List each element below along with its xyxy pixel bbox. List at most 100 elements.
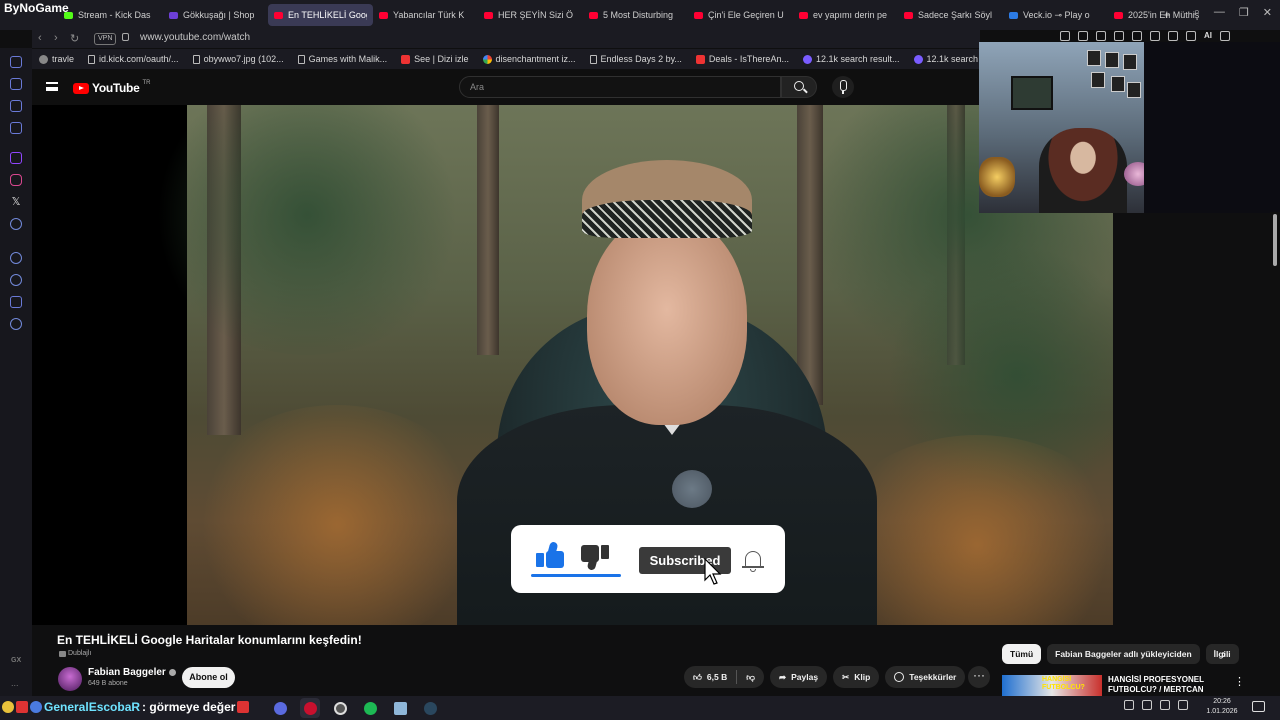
microphone-icon[interactable]: [832, 76, 854, 98]
filter-chip[interactable]: Tümü: [1002, 644, 1042, 664]
browser-tab[interactable]: Çin'i Ele Geçiren U: [688, 4, 793, 26]
filter-chip[interactable]: Fabian Baggeler adlı yükleyiciden: [1047, 644, 1200, 664]
maximize-button[interactable]: ❐: [1239, 6, 1249, 19]
channel-name[interactable]: Fabian Baggeler: [88, 667, 166, 678]
recommended-thumbnail[interactable]: HANGİSİ FUTBOLCU?: [1002, 675, 1102, 696]
more-actions-button[interactable]: ···: [968, 666, 990, 688]
speed-dial-icon[interactable]: [10, 56, 22, 68]
extensions-icon[interactable]: [10, 296, 22, 308]
chevron-right-icon[interactable]: ›: [1222, 647, 1226, 661]
recommended-more-icon[interactable]: ⋮: [1234, 675, 1245, 688]
menu-icon[interactable]: [1220, 31, 1230, 41]
clip-button[interactable]: ✂ Klip: [833, 666, 880, 688]
play-icon[interactable]: [1132, 31, 1142, 41]
player-icon[interactable]: [10, 252, 22, 264]
speaker-icon[interactable]: [1178, 700, 1188, 710]
channel-avatar[interactable]: [58, 667, 82, 691]
bookmark-item[interactable]: obywwo7.jpg (102...: [186, 54, 291, 64]
new-tab-button[interactable]: +: [1163, 7, 1171, 22]
minimize-button[interactable]: —: [1214, 6, 1225, 19]
bookmark-item[interactable]: id.kick.com/oauth/...: [81, 54, 186, 64]
gx-label: GX: [11, 657, 22, 664]
scrollbar-thumb[interactable]: [1273, 214, 1277, 266]
bookmark-item[interactable]: Deals - IsThereAn...: [689, 54, 796, 64]
snapshot-icon[interactable]: [1096, 31, 1106, 41]
like-count: 6,5 B: [706, 672, 728, 682]
taskbar-obs-icon[interactable]: [330, 698, 350, 718]
browser-tab[interactable]: En TEHLİKELİ Google: [268, 4, 373, 26]
taskbar-spotify-icon[interactable]: [360, 698, 380, 718]
doc-icon: [297, 54, 305, 64]
like-button[interactable]: 👍︎ 6,5 B: [684, 666, 736, 688]
taskbar-files-icon[interactable]: [390, 698, 410, 718]
url-field[interactable]: www.youtube.com/watch: [140, 32, 250, 43]
bell-icon[interactable]: [742, 549, 764, 573]
like-subscribe-overlay: Subscribed: [511, 525, 785, 593]
bookmark-item[interactable]: Games with Malik...: [291, 54, 395, 64]
extensions-icon[interactable]: [1168, 31, 1178, 41]
gx-corner-icon[interactable]: [10, 78, 22, 90]
bookmark-item[interactable]: See | Dizi izle: [394, 54, 475, 64]
thanks-button[interactable]: Teşekkürler: [885, 666, 966, 688]
heart-icon[interactable]: [1150, 31, 1160, 41]
dislike-button[interactable]: 👎︎: [737, 666, 764, 688]
download-icon[interactable]: [1186, 31, 1196, 41]
lock-icon[interactable]: [122, 33, 129, 41]
instagram-icon[interactable]: [10, 174, 22, 186]
microphone-icon[interactable]: [1160, 700, 1170, 710]
chat-overlay: GeneralEscobaR : görmeye değer: [2, 700, 250, 714]
chevron-up-icon[interactable]: [1124, 700, 1134, 710]
forward-icon[interactable]: ›: [54, 32, 58, 44]
browser-tab[interactable]: Sadece Şarkı Söyl: [898, 4, 1003, 26]
shield-icon[interactable]: [1114, 31, 1124, 41]
bookmark-item[interactable]: Endless Days 2 by...: [583, 54, 689, 64]
search-input[interactable]: [460, 77, 780, 97]
browser-tab[interactable]: 5 Most Disturbing: [583, 4, 688, 26]
close-button[interactable]: ✕: [1263, 6, 1272, 19]
discord-icon[interactable]: [10, 218, 22, 230]
reload-icon[interactable]: ↻: [70, 32, 79, 45]
browser-tab[interactable]: Gökkuşağı | Shop: [163, 4, 268, 26]
youtube-logo[interactable]: YouTube TR: [73, 80, 150, 95]
pin-icon[interactable]: [1078, 31, 1088, 41]
bookmark-item[interactable]: travle: [32, 54, 81, 64]
settings-icon[interactable]: [10, 318, 22, 330]
x-icon[interactable]: 𝕏: [10, 196, 22, 208]
system-tray: [1124, 700, 1188, 710]
search-icon[interactable]: [781, 76, 817, 98]
vpn-badge[interactable]: VPN: [94, 33, 117, 45]
share-button[interactable]: ➦ Paylaş: [770, 666, 828, 688]
kick-icon: [64, 11, 73, 19]
browser-tab[interactable]: Stream - Kick Das: [58, 4, 163, 26]
bookmark-item[interactable]: disenchantment iz...: [476, 54, 583, 64]
taskbar-opera-icon[interactable]: [300, 698, 320, 718]
browser-tab[interactable]: HER ŞEYİN Sizi Ö: [478, 4, 583, 26]
notification-icon[interactable]: [1252, 701, 1265, 712]
back-icon[interactable]: ‹: [38, 32, 42, 44]
subscribe-button[interactable]: Abone ol: [182, 667, 235, 688]
video-player[interactable]: Subscribed: [32, 105, 1113, 625]
channel-name-row[interactable]: Fabian Baggeler: [88, 667, 176, 678]
sidebar-more-icon[interactable]: ...: [11, 678, 19, 688]
browser-tab[interactable]: Yabancılar Türk K: [373, 4, 478, 26]
browser-tab[interactable]: Veck.io ⊸ Play o: [1003, 4, 1108, 26]
mail-icon[interactable]: [10, 122, 22, 134]
taskbar-steam-icon[interactable]: [420, 698, 440, 718]
thumbs-up-icon[interactable]: [536, 541, 566, 571]
network-icon[interactable]: [1142, 700, 1152, 710]
thumbs-down-icon[interactable]: [581, 545, 611, 573]
page-scrollbar[interactable]: [1270, 212, 1280, 692]
search-tabs-icon[interactable]: ⌕: [1194, 6, 1200, 19]
menu-icon[interactable]: [46, 82, 58, 91]
browser-tab[interactable]: ev yapımı derin pe: [793, 4, 898, 26]
ai-button[interactable]: AI: [1204, 31, 1212, 41]
system-clock[interactable]: 20:26 1.01.2026: [1204, 697, 1240, 717]
recommended-title[interactable]: HANGİSİ PROFESYONEL FUTBOLCU? / MERTCAN: [1108, 675, 1228, 696]
controller-icon[interactable]: [10, 100, 22, 112]
history-icon[interactable]: [10, 274, 22, 286]
taskbar-app-icon[interactable]: [270, 698, 290, 718]
zoom-icon[interactable]: [1060, 31, 1070, 41]
bookmark-item[interactable]: 12.1k search result...: [796, 54, 907, 64]
twitch-icon[interactable]: [10, 152, 22, 164]
tab-list: Stream - Kick Das Gökkuşağı | Shop En TEHL…: [58, 4, 1213, 26]
